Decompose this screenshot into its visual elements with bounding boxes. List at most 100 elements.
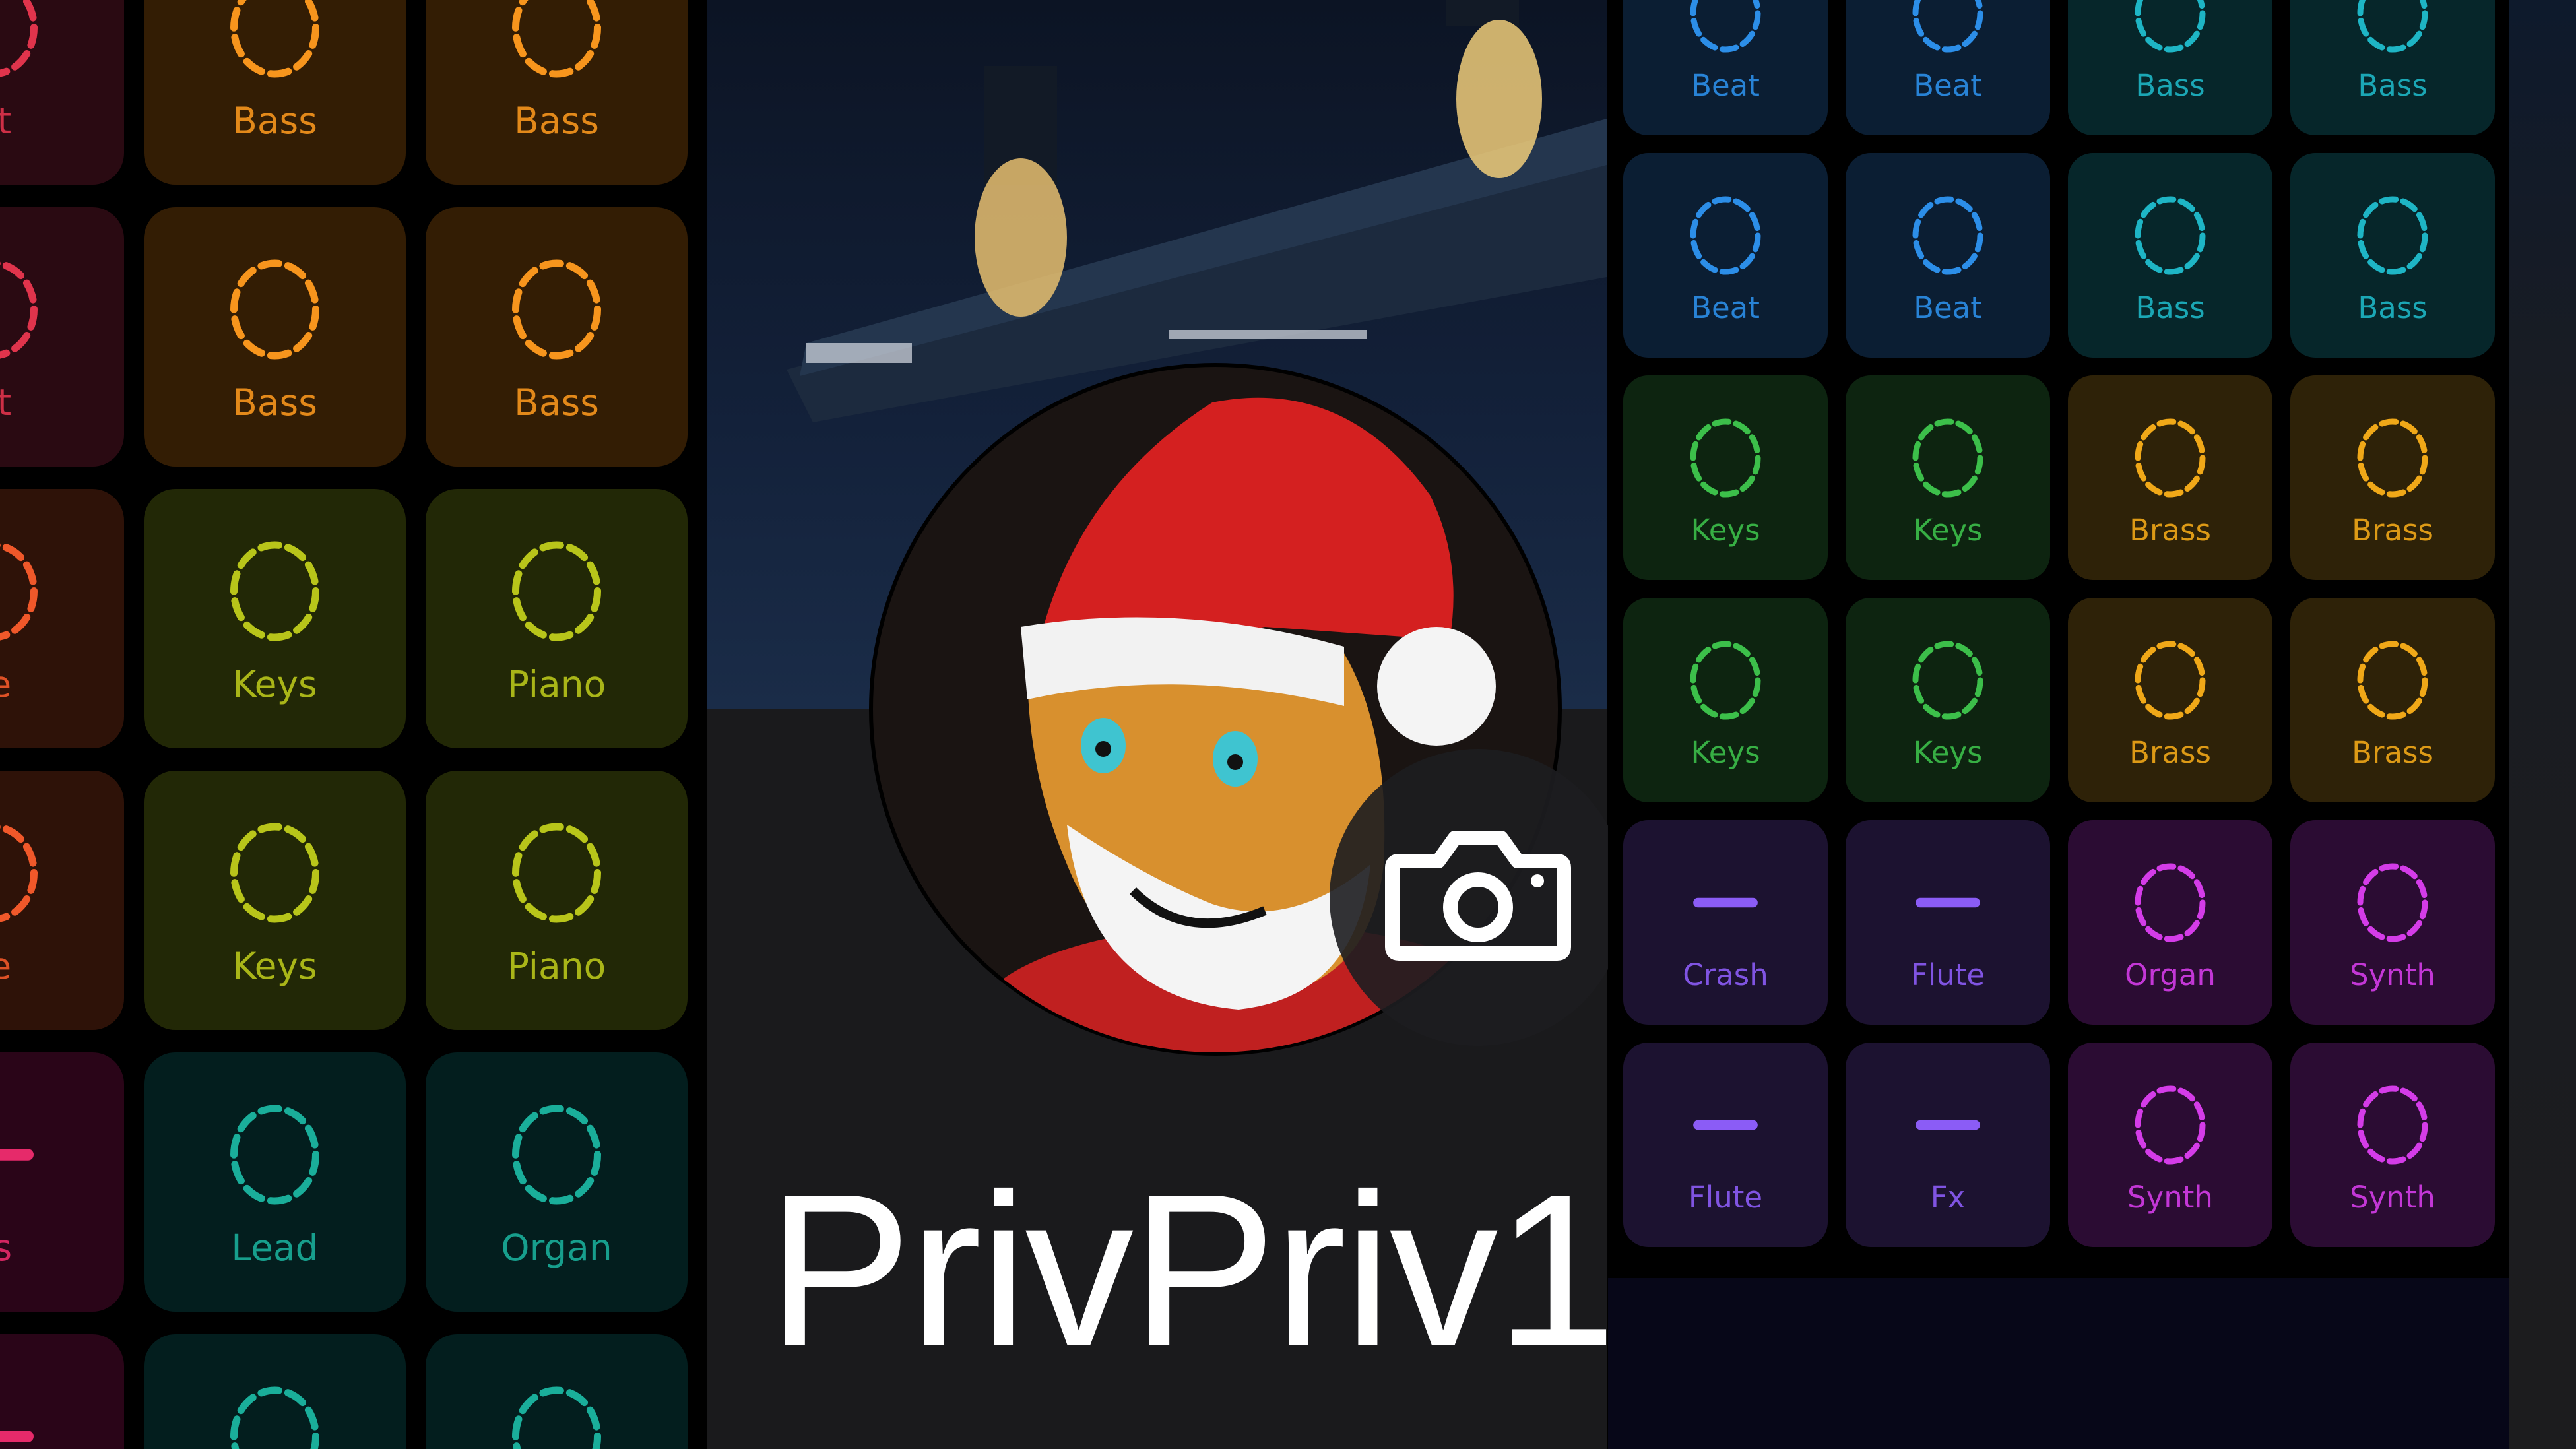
dashed-ring-icon [2357, 1085, 2428, 1165]
dashed-ring-icon [230, 259, 319, 360]
pad-tile[interactable]: Organ [2068, 820, 2272, 1025]
dashed-ring-icon [1912, 418, 1983, 498]
pad-label: Synth [2350, 957, 2435, 992]
pad-label: Bass [2358, 68, 2428, 103]
pad-tile[interactable] [0, 1334, 124, 1449]
pad-label: Bass [2135, 290, 2205, 325]
pad-tile[interactable]: at [0, 207, 124, 467]
pad-tile[interactable]: Beat [1846, 0, 2050, 135]
dashed-ring-icon [512, 1386, 601, 1449]
pad-tile[interactable]: Beat [1846, 153, 2050, 358]
pad-tile[interactable]: Keys [144, 771, 406, 1030]
pad-label: Brass [2352, 735, 2433, 770]
dashed-ring-icon [512, 1105, 601, 1205]
dash-icon [1916, 897, 1980, 908]
dashed-ring-icon [230, 0, 319, 78]
pad-label: Keys [1913, 513, 1983, 548]
dashed-ring-icon [0, 823, 38, 922]
pad-label: ss [0, 1227, 13, 1269]
pad-label: Keys [1913, 735, 1983, 770]
pad-label: Keys [1690, 513, 1760, 548]
dashed-ring-icon [512, 823, 601, 923]
pad-label: Flute [1688, 1180, 1763, 1215]
pad-tile[interactable]: Keys [144, 489, 406, 748]
bottom-area [1608, 1278, 2509, 1449]
pad-tile[interactable]: Beat [1623, 0, 1828, 135]
dash-icon [1916, 1120, 1980, 1130]
dashed-ring-icon [0, 0, 38, 77]
pad-tile[interactable]: Brass [2068, 598, 2272, 802]
dashed-ring-icon [230, 541, 319, 641]
pad-tile[interactable]: Bass [426, 207, 688, 467]
pad-tile[interactable]: Organ [426, 1052, 688, 1312]
pad-label: Keys [232, 945, 317, 987]
pad-tile[interactable]: Brass [2290, 598, 2495, 802]
pad-tile[interactable]: Bass [2290, 0, 2495, 135]
pad-tile[interactable]: Synth [2290, 820, 2495, 1025]
dashed-ring-icon [0, 542, 38, 641]
change-photo-button[interactable] [1326, 746, 1630, 1049]
dashed-ring-icon [2135, 1085, 2206, 1165]
pad-tile[interactable]: Bass [2290, 153, 2495, 358]
profile-name: PrivPriv11 [767, 1148, 1607, 1392]
pad-tile[interactable]: Bass [144, 207, 406, 467]
pad-label: Bass [514, 381, 599, 424]
pad-label: Bass [2135, 68, 2205, 103]
pad-label: Fx [1930, 1180, 1966, 1215]
dash-icon [1693, 897, 1758, 908]
dashed-ring-icon [2135, 863, 2206, 942]
pad-label: Keys [232, 663, 317, 705]
pad-tile[interactable]: Flute [1846, 820, 2050, 1025]
pad-tile[interactable]: Bass [426, 0, 688, 185]
side-edge [2509, 0, 2576, 1449]
pad-tile[interactable]: Keys [1623, 598, 1828, 802]
pad-tile[interactable]: Keys [1846, 598, 2050, 802]
left-pad-grid: at Bass Bass at Bass Bass te Keys Piano te Keys Pia… [0, 0, 706, 1449]
pad-tile[interactable]: Lead [144, 1052, 406, 1312]
pad-tile[interactable]: Brass [2068, 375, 2272, 580]
pad-tile[interactable]: Synth [2290, 1043, 2495, 1247]
pad-tile[interactable]: Piano [426, 771, 688, 1030]
pad-tile[interactable]: Fx [1846, 1043, 2050, 1247]
dashed-ring-icon [1690, 196, 1761, 275]
pad-tile[interactable]: te [0, 489, 124, 748]
pad-label: Bass [2358, 290, 2428, 325]
pad-label: Beat [1914, 68, 1982, 103]
pad-label: Bass [232, 100, 317, 142]
pad-label: Organ [2125, 957, 2216, 992]
pad-tile[interactable]: Crash [1623, 820, 1828, 1025]
pad-tile[interactable]: ss [0, 1052, 124, 1312]
pad-tile[interactable]: Bass [144, 0, 406, 185]
dashed-ring-icon [1690, 418, 1761, 498]
pad-label: at [0, 100, 12, 142]
pad-label: Beat [1691, 68, 1760, 103]
pad-tile[interactable]: Synth [2068, 1043, 2272, 1247]
pad-label: Brass [2352, 513, 2433, 548]
dashed-ring-icon [2135, 196, 2206, 275]
pad-tile[interactable]: Keys [1846, 375, 2050, 580]
pad-tile[interactable]: at [0, 0, 124, 185]
pad-tile[interactable]: Piano [426, 489, 688, 748]
pad-tile[interactable]: Bass [2068, 0, 2272, 135]
pad-label: Bass [232, 381, 317, 424]
pad-tile[interactable]: Flute [1623, 1043, 1828, 1247]
pad-label: Lead [231, 1227, 319, 1269]
pad-tile[interactable]: Bass [2068, 153, 2272, 358]
dashed-ring-icon [512, 0, 601, 78]
dashed-ring-icon [1912, 641, 1983, 720]
dash-icon [0, 1431, 34, 1442]
pad-label: Keys [1690, 735, 1760, 770]
pad-tile[interactable] [426, 1334, 688, 1449]
pad-tile[interactable]: Keys [1623, 375, 1828, 580]
pad-tile[interactable]: te [0, 771, 124, 1030]
pad-label: Beat [1691, 290, 1760, 325]
pad-tile[interactable]: Beat [1623, 153, 1828, 358]
pad-tile[interactable]: Brass [2290, 375, 2495, 580]
pad-label: Beat [1914, 290, 1982, 325]
dashed-ring-icon [1912, 196, 1983, 275]
pad-label: Brass [2129, 735, 2211, 770]
pad-label: Piano [507, 663, 606, 705]
pad-label: at [0, 381, 12, 424]
dashed-ring-icon [2357, 196, 2428, 275]
pad-tile[interactable] [144, 1334, 406, 1449]
